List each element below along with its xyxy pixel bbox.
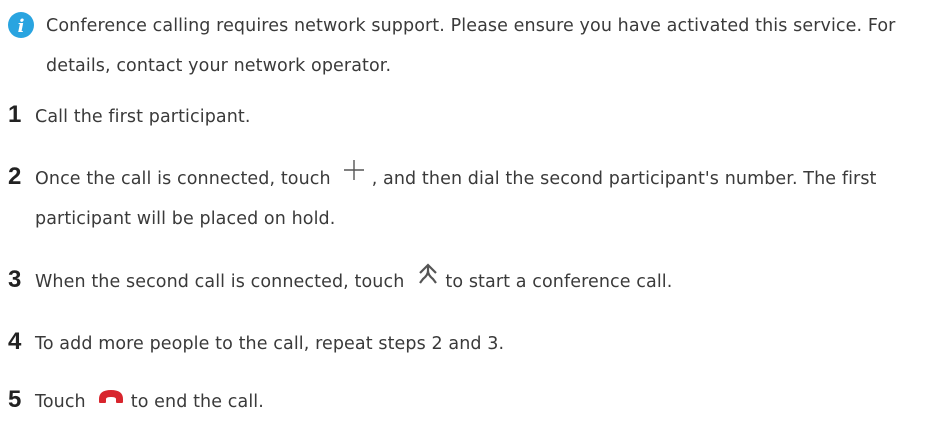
info-note-text: Conference calling requires network supp… [46, 16, 896, 76]
step-text: Once the call is connected, touch , and … [35, 159, 940, 239]
step-text-after-icon: to end the call. [130, 392, 264, 412]
svg-text:i: i [18, 16, 25, 37]
step-text-before-icon: Once the call is connected, touch [35, 169, 331, 189]
step-number: 5 [8, 386, 22, 413]
step-text-after-icon: to start a conference call. [445, 272, 673, 292]
step-number: 4 [8, 328, 22, 355]
step-text-before-icon: Touch [35, 392, 86, 412]
info-icon: i [8, 12, 34, 38]
step-text: Touch to end the call. [35, 382, 940, 422]
step-number: 1 [8, 101, 22, 128]
step-text: When the second call is connected, touch… [35, 262, 940, 302]
step-number: 3 [8, 266, 22, 293]
step-text: Call the first participant. [35, 107, 251, 127]
step-text: To add more people to the call, repeat s… [35, 334, 505, 354]
step-number: 2 [8, 163, 22, 190]
step-text-before-icon: When the second call is connected, touch [35, 272, 405, 292]
merge-calls-icon [416, 260, 440, 300]
end-call-icon [97, 380, 125, 420]
add-call-icon [342, 157, 366, 197]
